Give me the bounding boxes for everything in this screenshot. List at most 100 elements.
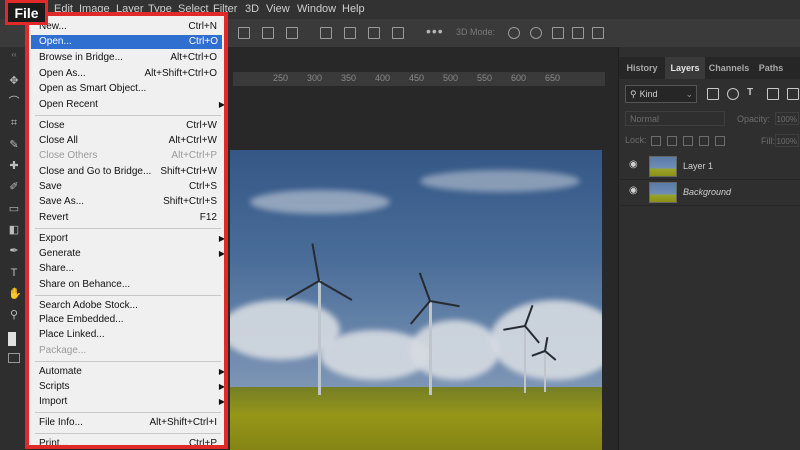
more-options-icon[interactable]: ••• (426, 23, 444, 39)
menu-item-print[interactable]: Print... Ctrl+P (39, 437, 219, 449)
align-center-icon[interactable] (262, 27, 274, 39)
lock-all-icon[interactable] (715, 136, 725, 146)
menu-item-import[interactable]: Import ▶ (39, 395, 224, 409)
tab-history[interactable]: History (619, 57, 665, 79)
menu-item-place-embedded[interactable]: Place Embedded... (39, 313, 219, 327)
lock-image-icon[interactable] (667, 136, 677, 146)
lock-transparent-icon[interactable] (651, 136, 661, 146)
menu-item-share[interactable]: Share... (39, 262, 219, 276)
gradient-tool-icon[interactable]: ◧ (8, 224, 20, 236)
filter-pixel-icon[interactable] (707, 88, 719, 100)
menu-item-generate[interactable]: Generate ▶ (39, 247, 224, 261)
menu-item-shortcut: Ctrl+O (188, 36, 218, 47)
orbit-3d-icon[interactable] (508, 27, 520, 39)
layers-panel: History Layers Channels Paths ⚲ Kind ⌄ T … (618, 47, 800, 450)
menu-item-export[interactable]: Export ▶ (39, 232, 224, 246)
filter-adjustment-icon[interactable] (727, 88, 739, 100)
crop-tool-icon[interactable]: ⌗ (8, 117, 20, 129)
menu-view[interactable]: View (266, 3, 290, 15)
brush-tool-icon[interactable]: ✐ (8, 181, 20, 193)
menu-window[interactable]: Window (297, 3, 336, 15)
menu-item-close-all[interactable]: Close All Alt+Ctrl+W (39, 134, 219, 148)
layer-row[interactable]: ◉ Layer 1 (619, 153, 800, 180)
menu-3d[interactable]: 3D (245, 3, 259, 15)
hand-tool-icon[interactable]: ✋ (8, 288, 22, 300)
move-tool-icon[interactable]: ✥ (8, 75, 20, 87)
menu-help[interactable]: Help (342, 3, 365, 15)
eye-visibility-icon[interactable]: ◉ (629, 160, 639, 170)
menu-item-scripts[interactable]: Scripts ▶ (39, 380, 224, 394)
align-left-icon[interactable] (238, 27, 250, 39)
file-menu-dropdown: New... Ctrl+N Open... Ctrl+O Browse in Bri… (25, 12, 228, 449)
ruler-tick: 300 (307, 73, 323, 83)
zoom-tool-icon[interactable]: ⚲ (8, 309, 20, 321)
opacity-field[interactable]: 100% (775, 112, 799, 125)
roll-3d-icon[interactable] (530, 27, 542, 39)
layer-row[interactable]: ◉ Background (619, 179, 800, 206)
menu-item-search-adobe-stock[interactable]: Search Adobe Stock... (39, 299, 219, 313)
menu-item-shortcut: Ctrl+W (186, 120, 217, 131)
lasso-tool-icon[interactable]: ⌒ (8, 96, 20, 108)
tab-paths[interactable]: Paths (753, 57, 789, 79)
menu-item-share-on-behance[interactable]: Share on Behance... (39, 278, 219, 292)
menu-item-shortcut: F12 (199, 212, 217, 223)
filter-smart-object-icon[interactable] (787, 88, 799, 100)
menu-item-label: Print... (39, 438, 68, 449)
collapse-panel-icon[interactable]: ‹‹ (8, 49, 20, 61)
tab-layers[interactable]: Layers (665, 57, 705, 79)
distribute-icon[interactable] (392, 27, 404, 39)
menu-item-close[interactable]: Close Ctrl+W (39, 119, 219, 133)
menu-item-save-as[interactable]: Save As... Shift+Ctrl+S (39, 195, 219, 209)
align-top-icon[interactable] (320, 27, 332, 39)
eye-visibility-icon[interactable]: ◉ (629, 186, 639, 196)
eraser-tool-icon[interactable]: ▭ (8, 203, 20, 215)
menu-item-place-linked[interactable]: Place Linked... (39, 328, 219, 342)
filter-type-icon[interactable]: T (747, 88, 757, 98)
ruler-tick: 350 (341, 73, 357, 83)
menu-item-new[interactable]: New... Ctrl+N (39, 20, 219, 34)
menu-item-close-others: Close Others Alt+Ctrl+P (39, 149, 219, 163)
menu-item-open-as-smart-object[interactable]: Open as Smart Object... (39, 82, 219, 96)
align-bottom-icon[interactable] (368, 27, 380, 39)
eyedropper-tool-icon[interactable]: ✎ (8, 139, 20, 151)
tab-channels[interactable]: Channels (705, 57, 753, 79)
lock-position-icon[interactable] (683, 136, 693, 146)
layer-name[interactable]: Layer 1 (683, 161, 713, 171)
ruler-tick: 600 (511, 73, 527, 83)
menu-item-browse-in-bridge[interactable]: Browse in Bridge... Alt+Ctrl+O (39, 51, 219, 65)
layer-name[interactable]: Background (683, 187, 731, 197)
menu-item-open-recent[interactable]: Open Recent ▶ (39, 98, 224, 112)
video-camera-icon[interactable] (592, 27, 604, 39)
opacity-label: Opacity: (737, 114, 771, 124)
menu-item-shortcut: Ctrl+P (188, 438, 217, 449)
menu-item-shortcut: Shift+Ctrl+S (163, 196, 217, 207)
pan-3d-icon[interactable] (552, 27, 564, 39)
kind-label: Kind (639, 89, 658, 99)
ruler-tick: 450 (409, 73, 425, 83)
layer-kind-filter[interactable]: ⚲ Kind ⌄ (625, 85, 697, 103)
menu-item-automate[interactable]: Automate ▶ (39, 365, 224, 379)
align-right-icon[interactable] (286, 27, 298, 39)
lock-artboard-icon[interactable] (699, 136, 709, 146)
menu-item-revert[interactable]: Revert F12 (39, 211, 219, 225)
blend-row: Normal Opacity: 100% (625, 111, 799, 127)
fill-field[interactable]: 100% (775, 134, 799, 147)
foreground-color-icon[interactable] (8, 332, 16, 346)
document-canvas[interactable] (230, 150, 602, 450)
type-tool-icon[interactable]: T (8, 267, 20, 279)
align-middle-icon[interactable] (344, 27, 356, 39)
submenu-arrow-icon: ▶ (218, 397, 225, 406)
healing-brush-icon[interactable]: ✚ (8, 160, 20, 172)
pen-tool-icon[interactable]: ✒ (8, 245, 20, 257)
menu-item-open-as[interactable]: Open As... Alt+Shift+Ctrl+O (39, 67, 219, 81)
menu-item-label: File Info... (39, 417, 83, 428)
filter-shape-icon[interactable] (767, 88, 779, 100)
menu-item-save[interactable]: Save Ctrl+S (39, 180, 219, 194)
menu-item-open[interactable]: Open... Ctrl+O (31, 35, 222, 49)
menu-file[interactable]: File (5, 0, 48, 25)
menu-item-close-and-go-to-bridge[interactable]: Close and Go to Bridge... Shift+Ctrl+W (39, 165, 219, 179)
slide-3d-icon[interactable] (572, 27, 584, 39)
blend-mode-select[interactable]: Normal (625, 111, 725, 126)
menu-item-file-info[interactable]: File Info... Alt+Shift+Ctrl+I (39, 416, 219, 430)
quick-mask-icon[interactable] (8, 353, 20, 363)
